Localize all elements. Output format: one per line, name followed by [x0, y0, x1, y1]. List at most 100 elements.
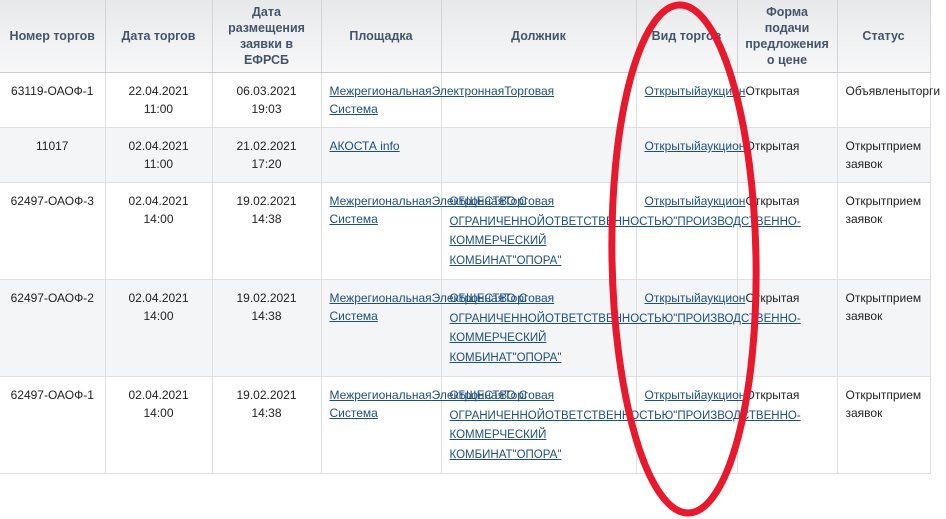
- cell-price-form: Открытая: [737, 182, 838, 280]
- cell-efrsb-date: 19.02.2021 14:38: [212, 182, 322, 280]
- cell-auction-date: 02.04.2021 14:00: [105, 279, 213, 377]
- column-header-efrsb-date[interactable]: Дата размещения заявки в ЕФРСБ: [212, 0, 322, 73]
- debtor-line[interactable]: "ПРОИЗВОДСТВЕННО-: [673, 313, 800, 325]
- cell-auction-type: Открытыйаукцион: [636, 127, 745, 183]
- cell-auction-date: 02.04.2021 14:00: [105, 182, 213, 280]
- efrsb-date-value: 19.02.2021 14:38: [236, 388, 297, 420]
- platform-link[interactable]: АКОСТА info: [330, 139, 400, 153]
- platform-line[interactable]: Межрегиональная: [330, 388, 432, 402]
- auction-results-page: Номер торгов Дата торгов Дата размещения…: [0, 0, 946, 519]
- auction-type-line[interactable]: Открытый: [645, 194, 701, 208]
- platform-line[interactable]: АКОСТА info: [330, 139, 400, 153]
- status-value-line: Открыт: [845, 139, 887, 153]
- cell-auction-type: Открытыйаукцион: [636, 182, 745, 280]
- cell-auction-date: 22.04.2021 11:00: [105, 72, 213, 128]
- cell-number: 62497-ОАОФ-2: [0, 279, 106, 377]
- price-form-value: Открытая: [745, 84, 800, 98]
- auction-type-link[interactable]: Открытыйаукцион: [645, 291, 746, 305]
- debtor-line[interactable]: ОТВЕТСТВЕННОСТЬЮ: [545, 313, 673, 325]
- column-header-debtor[interactable]: Должник: [441, 0, 637, 73]
- cell-number: 62497-ОАОФ-3: [0, 182, 106, 280]
- column-header-auction-type[interactable]: Вид торгов: [636, 0, 738, 73]
- cell-number: 63119-ОАОФ-1: [0, 72, 106, 128]
- auction-number-value: 63119-ОАОФ-1: [11, 84, 94, 98]
- debtor-line[interactable]: "ПРОИЗВОДСТВЕННО-: [673, 216, 800, 228]
- column-header-price-form[interactable]: Форма подачи предложения о цене: [737, 0, 838, 73]
- price-form-value: Открытая: [745, 194, 800, 208]
- column-header-auction-date[interactable]: Дата торгов: [105, 0, 213, 73]
- cell-status: Открытприем заявок: [837, 127, 931, 183]
- table-header-row: Номер торгов Дата торгов Дата размещения…: [0, 0, 931, 73]
- column-header-platform[interactable]: Площадка: [321, 0, 442, 73]
- table-row: 11017 02.04.2021 11:00 21.02.2021 17:20 АКО…: [0, 127, 931, 183]
- auction-type-line[interactable]: аукцион: [701, 84, 746, 98]
- table-row: 62497-ОАОФ-2 02.04.2021 14:00 19.02.2021 1…: [0, 279, 931, 377]
- cell-auction-date: 02.04.2021 14:00: [105, 376, 213, 474]
- auction-number-value: 62497-ОАОФ-3: [10, 194, 94, 208]
- auction-type-line[interactable]: Открытый: [645, 139, 701, 153]
- debtor-line[interactable]: "ОПОРА": [513, 255, 562, 267]
- table-row: 62497-ОАОФ-1 02.04.2021 14:00 19.02.2021 1…: [0, 376, 931, 474]
- auction-date-value: 02.04.2021 14:00: [128, 388, 189, 420]
- platform-line[interactable]: Межрегиональная: [330, 194, 432, 208]
- auction-type-link[interactable]: Открытыйаукцион: [645, 139, 746, 153]
- auction-type-link[interactable]: Открытыйаукцион: [645, 388, 746, 402]
- auction-date-value: 22.04.2021 11:00: [128, 84, 189, 116]
- cell-status: Открытприем заявок: [837, 182, 931, 280]
- debtor-line[interactable]: "ОПОРА": [513, 352, 562, 364]
- auction-type-link[interactable]: Открытыйаукцион: [645, 84, 746, 98]
- debtor-line[interactable]: "ПРОИЗВОДСТВЕННО-: [673, 410, 800, 422]
- auction-type-link[interactable]: Открытыйаукцион: [645, 194, 746, 208]
- efrsb-date-value: 19.02.2021 14:38: [236, 291, 297, 323]
- auction-type-line[interactable]: аукцион: [701, 291, 746, 305]
- efrsb-date-value: 06.03.2021 19:03: [236, 84, 297, 116]
- table-row: 62497-ОАОФ-3 02.04.2021 14:00 19.02.2021 1…: [0, 182, 931, 280]
- cell-platform: МежрегиональнаяЭлектроннаяТорговая Систе…: [321, 182, 554, 280]
- cell-platform: МежрегиональнаяЭлектроннаяТорговая Систе…: [321, 376, 554, 474]
- cell-status: Объявленыторги: [837, 72, 940, 128]
- column-header-efrsb-date-line2: заявки в ЕФРСБ: [239, 37, 294, 67]
- debtor-line[interactable]: ОТВЕТСТВЕННОСТЬЮ: [545, 216, 673, 228]
- cell-price-form: Открытая: [737, 127, 838, 183]
- price-form-value: Открытая: [745, 388, 800, 402]
- auction-date-value: 02.04.2021 14:00: [128, 291, 189, 323]
- auction-number-value: 62497-ОАОФ-1: [10, 388, 94, 402]
- table-header: Номер торгов Дата торгов Дата размещения…: [0, 0, 931, 73]
- cell-efrsb-date: 21.02.2021 17:20: [212, 127, 322, 183]
- efrsb-date-value: 19.02.2021 14:38: [236, 194, 297, 226]
- cell-number: 11017: [0, 127, 106, 183]
- platform-line[interactable]: Межрегиональная: [330, 84, 432, 98]
- platform-line[interactable]: Электронная: [432, 84, 505, 98]
- cell-debtor: [441, 127, 637, 183]
- auction-date-value: 02.04.2021 11:00: [128, 139, 189, 171]
- auction-type-line[interactable]: аукцион: [701, 388, 746, 402]
- auction-date-value: 02.04.2021 14:00: [128, 194, 189, 226]
- debtor-line[interactable]: "ОПОРА": [513, 449, 562, 461]
- column-header-number[interactable]: Номер торгов: [0, 0, 106, 73]
- table-body: 63119-ОАОФ-1 22.04.2021 11:00 06.03.2021 1…: [0, 72, 940, 474]
- table-row: 63119-ОАОФ-1 22.04.2021 11:00 06.03.2021 1…: [0, 72, 940, 128]
- cell-number: 62497-ОАОФ-1: [0, 376, 106, 474]
- platform-line[interactable]: Межрегиональная: [330, 291, 432, 305]
- cell-platform: МежрегиональнаяЭлектроннаяТорговая Систе…: [321, 72, 554, 128]
- auction-type-line[interactable]: Открытый: [645, 84, 701, 98]
- auction-type-line[interactable]: аукцион: [701, 139, 746, 153]
- efrsb-date-value: 21.02.2021 17:20: [236, 139, 297, 171]
- cell-efrsb-date: 06.03.2021 19:03: [212, 72, 322, 128]
- auction-type-line[interactable]: аукцион: [701, 194, 746, 208]
- cell-price-form: Открытая: [737, 376, 838, 474]
- auction-type-line[interactable]: Открытый: [645, 291, 701, 305]
- status-value-line: Открыт: [845, 388, 887, 402]
- column-header-price-form-line1: Форма подачи: [764, 5, 810, 35]
- price-form-value: Открытая: [745, 139, 800, 153]
- column-header-price-form-line3: цене: [777, 53, 808, 67]
- auction-number-value: 62497-ОАОФ-2: [10, 291, 94, 305]
- column-header-efrsb-date-line1: Дата размещения: [228, 5, 305, 35]
- auction-type-line[interactable]: Открытый: [645, 388, 701, 402]
- auction-results-table: Номер торгов Дата торгов Дата размещения…: [0, 0, 940, 474]
- debtor-line[interactable]: ОТВЕТСТВЕННОСТЬЮ: [545, 410, 673, 422]
- column-header-status[interactable]: Статус: [837, 0, 931, 73]
- cell-platform: МежрегиональнаяЭлектроннаяТорговая Систе…: [321, 279, 554, 377]
- price-form-value: Открытая: [745, 291, 800, 305]
- cell-status: Открытприем заявок: [837, 279, 931, 377]
